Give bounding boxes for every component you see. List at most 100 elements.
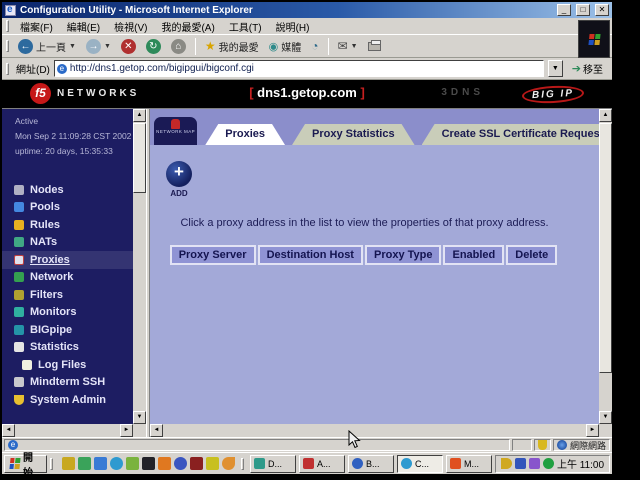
- sidebar-item-monitors[interactable]: Monitors: [2, 304, 133, 322]
- scroll-right-icon[interactable]: ►: [120, 424, 133, 437]
- address-url[interactable]: http://dns1.getop.com/bigipgui/bigconf.c…: [70, 63, 254, 74]
- address-bar: 網址(D) http://dns1.getop.com/bigipgui/big…: [2, 58, 612, 80]
- menu-view[interactable]: 檢視(V): [108, 18, 153, 35]
- quicklaunch-icon-6[interactable]: [142, 457, 155, 470]
- tab-bar: NETWORK MAP Proxies Proxy Statistics Cre…: [150, 109, 599, 145]
- quicklaunch-icon-8[interactable]: [174, 457, 187, 470]
- menu-edit[interactable]: 編輯(E): [61, 18, 106, 35]
- quicklaunch-icon-10[interactable]: [206, 457, 219, 470]
- tab-proxy-statistics[interactable]: Proxy Statistics: [292, 124, 415, 145]
- task-button-1[interactable]: D...: [250, 455, 296, 473]
- quicklaunch-icon-5[interactable]: [126, 457, 139, 470]
- scroll-up-icon[interactable]: ▲: [599, 109, 612, 122]
- task-button-5[interactable]: M...: [446, 455, 492, 473]
- ie-throbber-logo: [578, 20, 610, 58]
- title-bar[interactable]: Configuration Utility - Microsoft Intern…: [2, 2, 612, 18]
- menu-file[interactable]: 檔案(F): [14, 18, 59, 35]
- windows-flag-icon: [588, 34, 600, 45]
- sidebar-item-nats[interactable]: NATs: [2, 234, 133, 252]
- sidebar-item-rules[interactable]: Rules: [2, 216, 133, 234]
- back-button[interactable]: ← 上一頁 ▼: [14, 36, 80, 56]
- monitors-icon: [14, 307, 24, 317]
- toolbar-grip[interactable]: [6, 40, 9, 52]
- history-button[interactable]: ◔: [307, 36, 322, 56]
- mail-button[interactable]: ✉ ▼: [334, 36, 362, 56]
- sidebar-item-nodes[interactable]: Nodes: [2, 181, 133, 199]
- quicklaunch-icon-1[interactable]: [62, 457, 75, 470]
- toolbar-separator: [195, 38, 196, 55]
- home-button[interactable]: ⌂: [167, 36, 190, 56]
- status-uptime: uptime: 20 days, 15:35:33: [15, 144, 133, 159]
- quicklaunch-icon-9[interactable]: [190, 457, 203, 470]
- sidebar-item-system-admin[interactable]: System Admin: [2, 391, 133, 409]
- media-icon: ◉: [269, 40, 279, 53]
- favorites-button[interactable]: ★ 我的最愛: [201, 36, 263, 56]
- sidebar-item-bigpipe[interactable]: BIGpipe: [2, 321, 133, 339]
- main-vertical-scrollbar[interactable]: ▲ ▼: [599, 109, 612, 424]
- go-arrow-icon: ➔: [572, 62, 581, 75]
- address-input[interactable]: http://dns1.getop.com/bigipgui/bigconf.c…: [54, 60, 544, 77]
- address-dropdown-icon[interactable]: ▼: [548, 60, 563, 77]
- task-button-configuration-utility[interactable]: C...: [397, 455, 443, 473]
- scroll-left-icon[interactable]: ◄: [150, 424, 163, 437]
- taskbar-clock[interactable]: 上午 11:00: [557, 456, 604, 471]
- tray-icon-2[interactable]: [515, 458, 526, 469]
- main-horizontal-scrollbar[interactable]: ◄ ►: [150, 424, 599, 437]
- menu-tools[interactable]: 工具(T): [223, 18, 268, 35]
- media-button[interactable]: ◉ 媒體: [265, 36, 306, 56]
- addressbar-grip[interactable]: [6, 63, 9, 75]
- scrollbar-thumb[interactable]: [599, 123, 612, 373]
- sidebar-item-statistics[interactable]: Statistics: [2, 339, 133, 357]
- add-proxy-button[interactable]: [166, 161, 192, 187]
- go-button[interactable]: ➔ 移至: [567, 60, 608, 77]
- maximize-button[interactable]: □: [576, 4, 590, 16]
- favorites-icon: ★: [205, 39, 216, 53]
- tray-icon-3[interactable]: [529, 458, 540, 469]
- start-button[interactable]: 開始: [4, 455, 47, 473]
- scroll-right-icon[interactable]: ►: [586, 424, 599, 437]
- menu-help[interactable]: 說明(H): [270, 18, 316, 35]
- task-button-3[interactable]: B...: [348, 455, 394, 473]
- rules-icon: [14, 220, 24, 230]
- mail-dropdown-icon[interactable]: ▼: [351, 43, 358, 50]
- tab-network-map[interactable]: NETWORK MAP: [154, 117, 197, 145]
- quicklaunch-ie-icon[interactable]: [110, 457, 123, 470]
- sidebar-item-proxies[interactable]: Proxies: [2, 251, 133, 269]
- quicklaunch-icon-11[interactable]: [222, 457, 235, 470]
- tray-volume-icon[interactable]: [501, 458, 512, 469]
- scroll-down-icon[interactable]: ▼: [133, 411, 146, 424]
- sidebar-item-log-files[interactable]: Log Files: [2, 356, 133, 374]
- sidebar-item-pools[interactable]: Pools: [2, 199, 133, 217]
- tray-icon-4[interactable]: [543, 458, 554, 469]
- sidebar-vertical-scrollbar[interactable]: ▲ ▼: [133, 109, 146, 424]
- task-button-2[interactable]: A...: [299, 455, 345, 473]
- minimize-button[interactable]: _: [557, 4, 571, 16]
- quicklaunch-icon-7[interactable]: [158, 457, 171, 470]
- back-dropdown-icon[interactable]: ▼: [69, 43, 76, 50]
- ie-window: Configuration Utility - Microsoft Intern…: [2, 2, 612, 452]
- print-button[interactable]: [364, 36, 385, 56]
- menu-favorites[interactable]: 我的最愛(A): [155, 18, 220, 35]
- scroll-left-icon[interactable]: ◄: [2, 424, 15, 437]
- window-title: Configuration Utility - Microsoft Intern…: [20, 5, 552, 16]
- sidebar-item-mindterm-ssh[interactable]: Mindterm SSH: [2, 374, 133, 392]
- scroll-up-icon[interactable]: ▲: [133, 109, 146, 122]
- sidebar-item-network[interactable]: Network: [2, 269, 133, 287]
- refresh-button[interactable]: ↻: [142, 36, 165, 56]
- quicklaunch-icon-3[interactable]: [94, 457, 107, 470]
- stop-button[interactable]: ✕: [117, 36, 140, 56]
- close-button[interactable]: ✕: [595, 4, 609, 16]
- menubar-grip[interactable]: [6, 20, 9, 32]
- sidebar-item-filters[interactable]: Filters: [2, 286, 133, 304]
- tasks-grip[interactable]: [241, 458, 244, 470]
- sidebar-horizontal-scrollbar[interactable]: ◄ ►: [2, 424, 133, 437]
- forward-button[interactable]: → ▼: [82, 36, 115, 56]
- tab-create-ssl-certificate-request[interactable]: Create SSL Certificate Request: [422, 124, 599, 145]
- scrollbar-thumb[interactable]: [133, 123, 146, 193]
- quicklaunch-icon-2[interactable]: [78, 457, 91, 470]
- scroll-down-icon[interactable]: ▼: [599, 411, 612, 424]
- forward-dropdown-icon[interactable]: ▼: [104, 43, 111, 50]
- mindterm-ssh-icon: [14, 377, 24, 387]
- tab-proxies[interactable]: Proxies: [205, 124, 285, 145]
- quicklaunch-grip[interactable]: [50, 458, 53, 470]
